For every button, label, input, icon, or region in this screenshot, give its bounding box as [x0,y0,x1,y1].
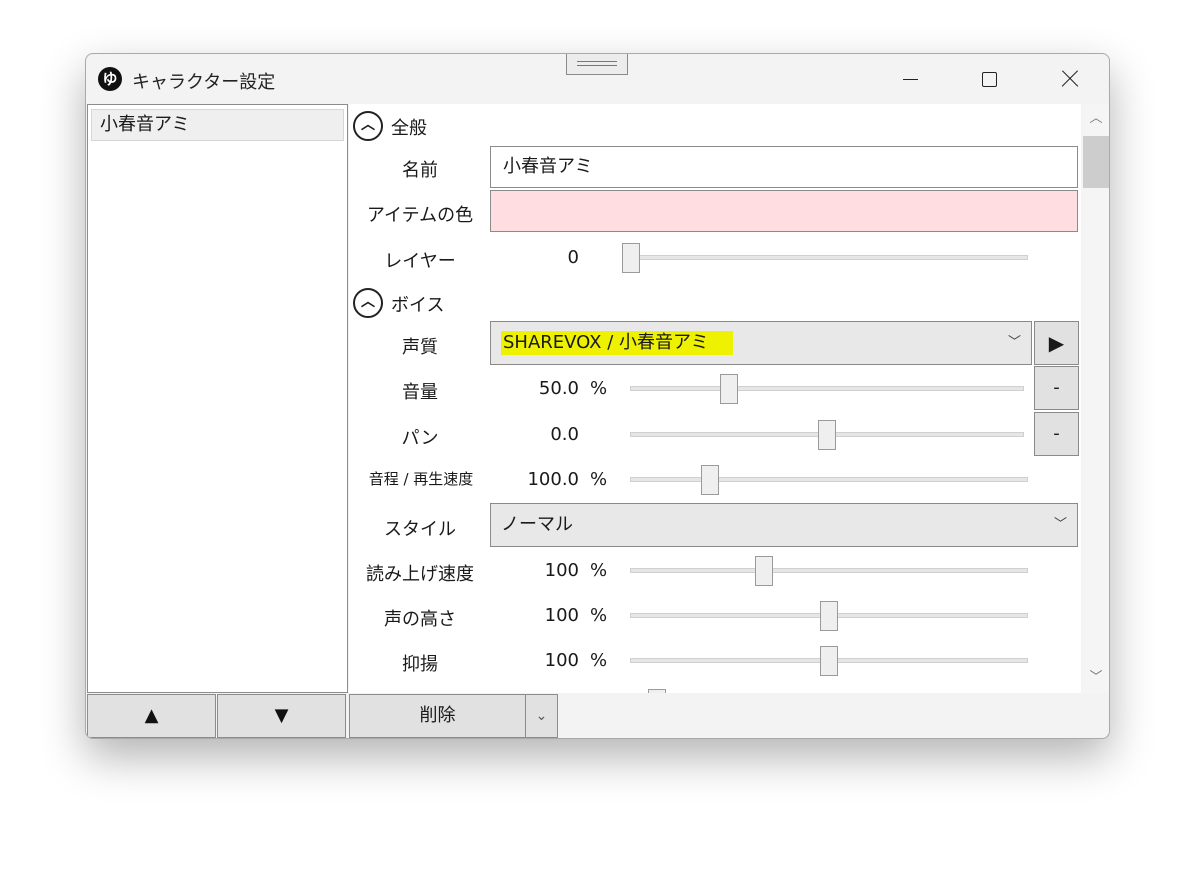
style-label: スタイル [384,519,456,540]
delete-button[interactable]: 削除 [349,694,526,738]
voice-quality-dropdown[interactable]: SHAREVOX / 小春音アミ ﹀ [490,321,1032,365]
partial-slider-thumb[interactable] [648,689,666,693]
layer-slider[interactable] [622,243,1028,273]
move-up-button[interactable]: ▲ [87,694,216,738]
section-voice-header: ボイス [391,295,445,316]
section-general-header: 全般 [391,118,427,139]
close-icon [1061,70,1079,88]
move-down-button[interactable]: ▼ [217,694,346,738]
item-color-label: アイテムの色 [366,205,474,226]
intonation-unit: % [590,650,608,671]
vertical-scrollbar[interactable]: ︿ ﹀ [1082,104,1109,693]
pan-slider-thumb[interactable] [818,420,836,450]
pitch-speed-value: 100.0 [527,469,579,490]
scrollbar-thumb[interactable] [1083,136,1109,188]
intonation-slider-thumb[interactable] [820,646,838,676]
reading-speed-unit: % [590,560,608,581]
pan-slider[interactable] [630,420,1024,450]
scroll-down-arrow-icon[interactable]: ﹀ [1082,663,1109,693]
voice-pitch-slider-thumb[interactable] [820,601,838,631]
volume-unit: % [590,378,608,399]
pan-reset-button[interactable]: - [1034,412,1079,456]
chevron-down-icon: ﹀ [1053,517,1067,532]
reading-speed-slider[interactable] [630,556,1028,586]
voice-quality-value: SHAREVOX / 小春音アミ [501,331,733,355]
chevron-down-icon: ﹀ [1007,335,1021,350]
pitch-speed-slider-thumb[interactable] [701,465,720,495]
play-button[interactable]: ▶ [1034,321,1079,365]
pitch-speed-slider[interactable] [630,465,1028,495]
intonation-value: 100 [544,650,579,671]
collapse-general-icon[interactable]: ︿ [353,111,383,141]
close-button[interactable] [1029,54,1109,104]
maximize-icon [982,72,997,87]
pitch-speed-unit: % [590,469,608,490]
character-list[interactable]: 小春音アミ [87,104,348,693]
list-item[interactable]: 小春音アミ [91,109,344,141]
voice-pitch-slider[interactable] [630,601,1028,631]
maximize-button[interactable] [949,54,1029,104]
settings-panel: ︿ 全般 名前 小春音アミ アイテムの色 レイヤー 0 ︿ ボイス 声質 SHA… [349,104,1081,693]
voice-pitch-value: 100 [544,605,579,626]
minimize-icon [903,79,918,80]
volume-slider[interactable] [630,374,1024,404]
volume-slider-thumb[interactable] [720,374,738,404]
volume-reset-button[interactable]: - [1034,366,1079,410]
pan-value: 0.0 [550,424,579,445]
style-value: ノーマル [501,514,573,535]
window-title: キャラクター設定 [132,72,276,93]
style-dropdown[interactable]: ノーマル ﹀ [490,503,1078,547]
collapse-voice-icon[interactable]: ︿ [353,288,383,318]
delete-dropdown-button[interactable]: ⌄ [525,694,558,738]
volume-value: 50.0 [538,378,579,399]
title-bar[interactable]: ゆ キャラクター設定 [86,54,1109,104]
reading-speed-slider-thumb[interactable] [754,556,773,586]
character-settings-window: ゆ キャラクター設定 小春音アミ ▲ ▼ 削除 ⌄ ︿ 全般 名前 小春音アミ … [85,53,1110,739]
voice-quality-label: 声質 [402,337,438,358]
intonation-slider[interactable] [630,646,1028,676]
layer-value: 0 [567,247,579,268]
minimize-button[interactable] [869,54,949,104]
voice-pitch-unit: % [590,605,608,626]
scroll-up-arrow-icon[interactable]: ︿ [1082,104,1109,134]
item-color-swatch[interactable] [490,190,1078,232]
reading-speed-value: 100 [544,560,579,581]
layer-slider-thumb[interactable] [622,243,640,273]
app-logo-icon: ゆ [98,67,122,91]
name-label: 名前 [402,160,438,181]
drag-grip-handle[interactable] [566,54,628,75]
name-field[interactable]: 小春音アミ [490,146,1078,188]
